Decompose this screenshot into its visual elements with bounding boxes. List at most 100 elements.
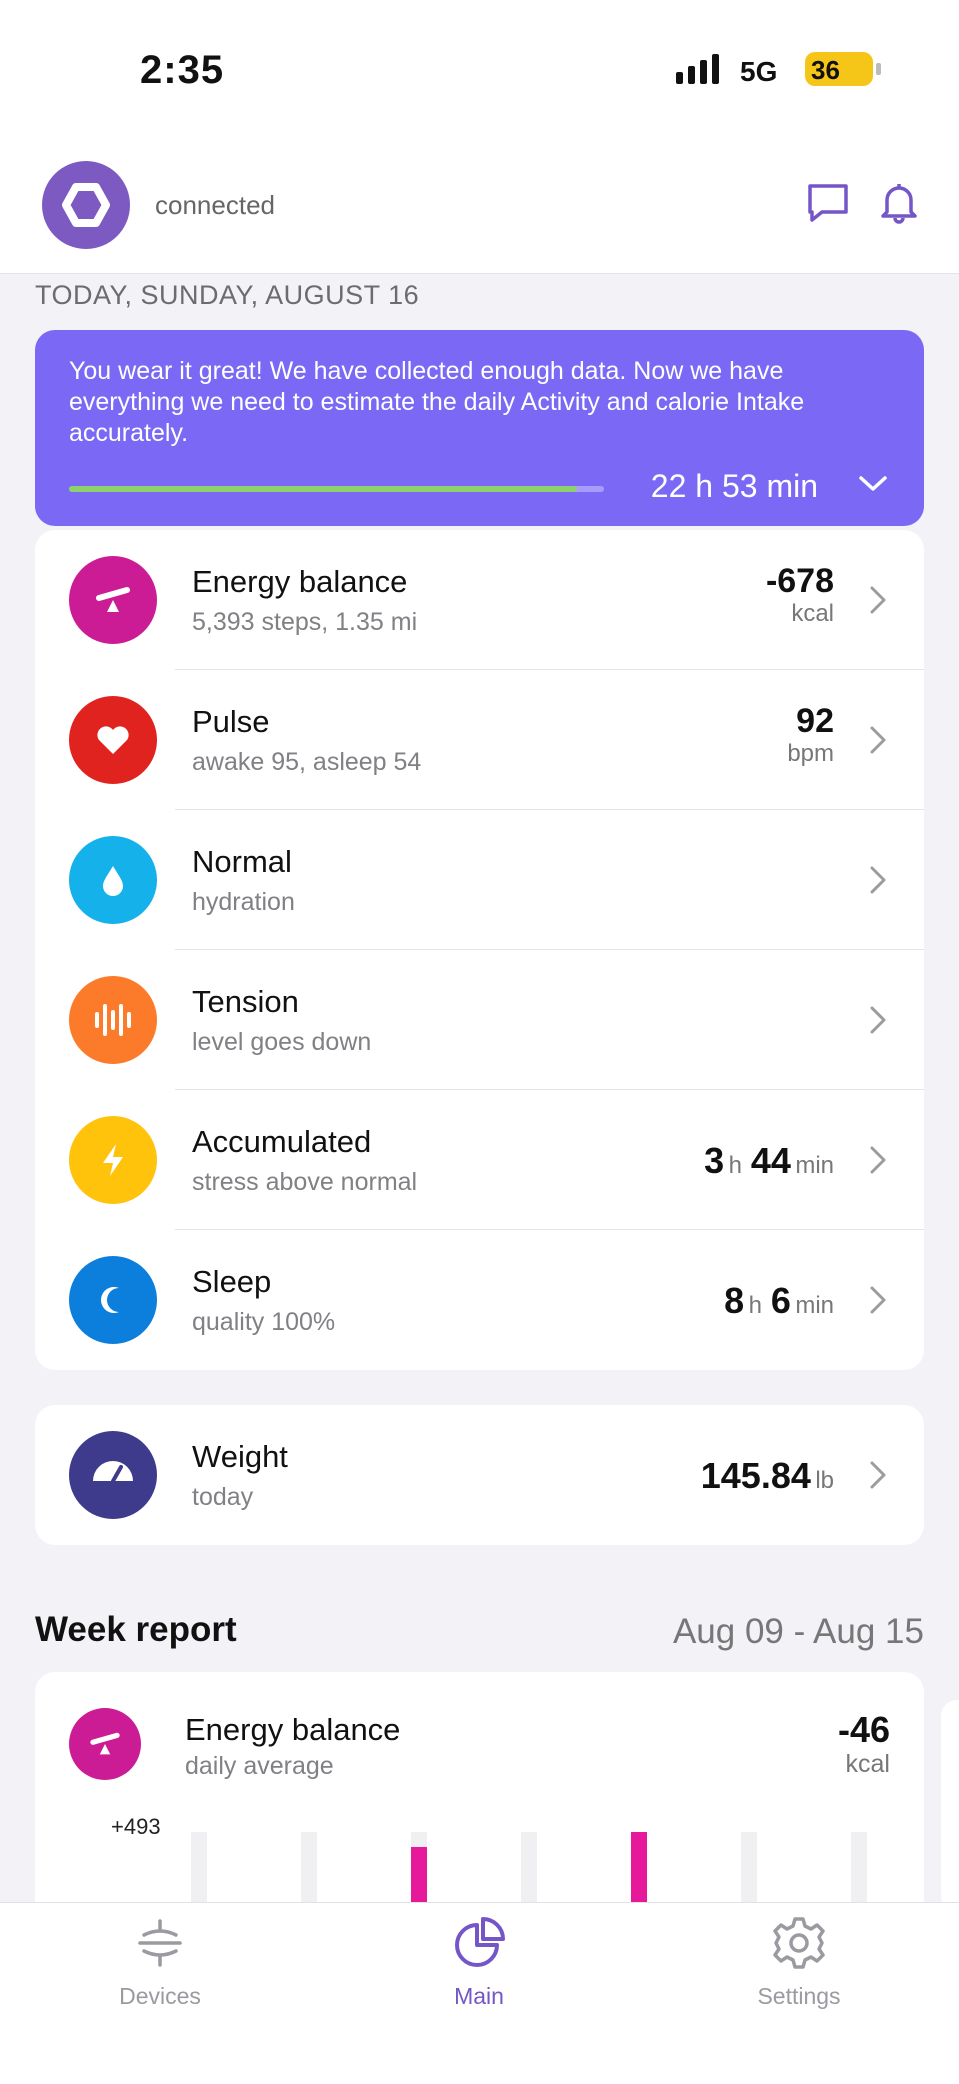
metric-value-number: -678	[765, 562, 834, 600]
battery-icon: 36	[805, 52, 881, 86]
week-card-value: -46 kcal	[838, 1710, 890, 1779]
tab-bar: Devices Main Settings	[0, 1902, 959, 2084]
metric-value: 8 h 6 min	[724, 1280, 834, 1322]
chart-bar	[191, 1832, 207, 1912]
metric-hours-unit: h	[748, 1292, 762, 1319]
tab-main[interactable]: Main	[379, 1903, 579, 2084]
metric-title: Normal	[192, 844, 292, 879]
week-report-title: Week report	[35, 1610, 237, 1649]
wear-progress-fill	[69, 486, 578, 492]
tab-label: Main	[454, 1983, 504, 2009]
tab-label: Settings	[757, 1983, 841, 2009]
metric-hours: 3	[704, 1140, 725, 1181]
waveform-icon	[69, 976, 157, 1064]
tab-label: Devices	[119, 1983, 201, 2009]
chevron-down-icon[interactable]	[858, 474, 888, 499]
chart-bar	[301, 1832, 317, 1912]
chart-bar	[741, 1832, 757, 1912]
banner-duration: 22 h 53 min	[650, 468, 818, 504]
metric-row-pulse[interactable]: Pulse awake 95, asleep 54 92 bpm	[35, 670, 924, 810]
metric-minutes: 44	[750, 1140, 791, 1181]
weight-subtitle: today	[192, 1483, 254, 1511]
metric-minutes-unit: min	[795, 1152, 834, 1179]
heart-icon	[69, 696, 157, 784]
weight-unit: lb	[815, 1467, 834, 1494]
metric-subtitle: awake 95, asleep 54	[192, 748, 422, 776]
week-card-number: -46	[837, 1709, 890, 1750]
metric-subtitle: level goes down	[192, 1028, 372, 1056]
metric-value-number: 92	[796, 702, 834, 740]
weight-value: 145.84 lb	[701, 1455, 834, 1497]
metric-subtitle: hydration	[192, 888, 295, 916]
lightning-icon	[69, 1116, 157, 1204]
pie-chart-icon	[449, 1913, 509, 1978]
metric-hours-unit: h	[728, 1152, 742, 1179]
metric-minutes-unit: min	[795, 1292, 834, 1319]
signal-icon	[676, 54, 719, 84]
tab-settings[interactable]: Settings	[699, 1903, 899, 2084]
metric-row-energy-balance[interactable]: Energy balance 5,393 steps, 1.35 mi -678…	[35, 530, 924, 670]
status-bar: 2:35 5G 36	[0, 0, 959, 140]
weight-number: 145.84	[700, 1455, 811, 1496]
moon-icon	[69, 1256, 157, 1344]
metric-title: Tension	[192, 984, 299, 1019]
metric-row-sleep[interactable]: Sleep quality 100% 8 h 6 min	[35, 1230, 924, 1370]
metric-value: 92 bpm	[787, 702, 834, 768]
banner-text: You wear it great! We have collected eno…	[69, 357, 805, 447]
seesaw-icon	[69, 1708, 141, 1780]
metric-title: Energy balance	[192, 564, 408, 599]
chart-bar	[631, 1832, 647, 1912]
seesaw-icon	[69, 556, 157, 644]
metric-row-tension[interactable]: Tension level goes down	[35, 950, 924, 1090]
metric-hours: 8	[724, 1280, 745, 1321]
week-card-subtitle: daily average	[185, 1752, 334, 1780]
metric-title: Accumulated	[192, 1124, 372, 1159]
devices-icon	[130, 1913, 190, 1978]
connection-status: connected	[155, 190, 275, 220]
status-time: 2:35	[140, 48, 225, 92]
tab-devices[interactable]: Devices	[60, 1903, 260, 2084]
metrics-card: Energy balance 5,393 steps, 1.35 mi -678…	[35, 530, 924, 1370]
chevron-right-icon	[868, 1284, 888, 1321]
device-logo-icon[interactable]	[42, 161, 130, 249]
chart-bar	[851, 1832, 867, 1912]
water-drop-icon	[69, 836, 157, 924]
chevron-right-icon	[868, 864, 888, 901]
message-icon[interactable]	[806, 180, 850, 229]
chevron-right-icon	[868, 1004, 888, 1041]
scale-gauge-icon	[69, 1431, 157, 1519]
chevron-right-icon	[868, 1144, 888, 1181]
chart-bar-value	[631, 1832, 647, 1912]
metric-value: -678 kcal	[766, 562, 834, 628]
gear-icon	[769, 1913, 829, 1978]
next-card-peek[interactable]	[941, 1700, 959, 1912]
week-report-range[interactable]: Aug 09 - Aug 15	[673, 1612, 924, 1652]
week-energy-card[interactable]: Energy balance daily average -46 kcal +4…	[35, 1672, 924, 1912]
metric-value-unit: bpm	[787, 740, 834, 767]
chevron-right-icon	[868, 584, 888, 621]
chart-bar	[411, 1832, 427, 1912]
metric-minutes: 6	[770, 1280, 791, 1321]
weight-title: Weight	[192, 1439, 288, 1474]
network-type: 5G	[740, 56, 778, 87]
week-card-unit: kcal	[845, 1750, 890, 1778]
metric-row-accumulated-stress[interactable]: Accumulated stress above normal 3 h 44 m…	[35, 1090, 924, 1230]
metric-title: Pulse	[192, 704, 270, 739]
metric-row-weight[interactable]: Weight today 145.84 lb	[35, 1405, 924, 1545]
metric-value: 3 h 44 min	[704, 1140, 834, 1182]
week-bar-chart	[35, 1832, 924, 1912]
wear-progress-bar	[69, 486, 604, 492]
data-collection-banner[interactable]: You wear it great! We have collected eno…	[35, 330, 924, 526]
chart-bar	[521, 1832, 537, 1912]
metric-value-unit: kcal	[791, 600, 834, 627]
chevron-right-icon	[868, 1459, 888, 1496]
chevron-right-icon	[868, 724, 888, 761]
metric-subtitle: 5,393 steps, 1.35 mi	[192, 608, 418, 636]
week-card-title: Energy balance	[185, 1712, 401, 1747]
metric-title: Sleep	[192, 1264, 272, 1299]
bell-icon[interactable]	[877, 180, 921, 229]
metric-row-hydration[interactable]: Normal hydration	[35, 810, 924, 950]
weight-card[interactable]: Weight today 145.84 lb	[35, 1405, 924, 1545]
date-label: TODAY, SUNDAY, AUGUST 16	[35, 280, 420, 310]
app-header: connected	[0, 140, 959, 274]
